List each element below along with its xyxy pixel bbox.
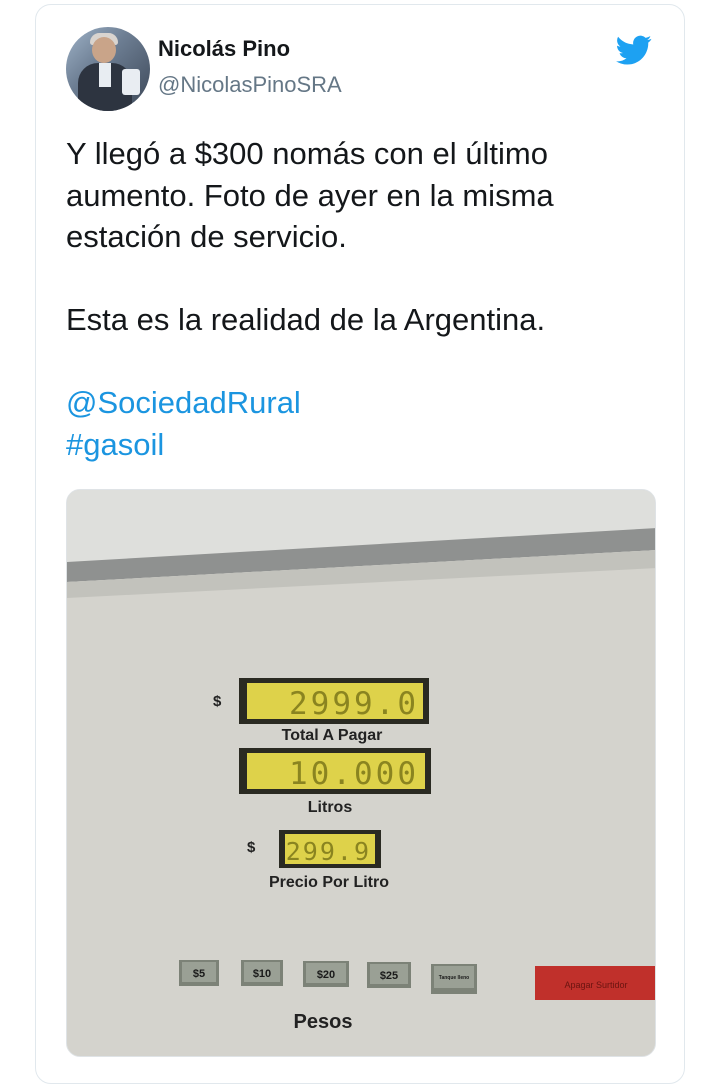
total-display: 2999.0 — [289, 686, 419, 722]
tweet-photo[interactable]: $ 2999.0 Total A Pagar 10.000 Litros $ 2… — [66, 489, 656, 1057]
mention-link[interactable]: @SociedadRural — [66, 382, 666, 424]
tweet-text-line: Esta es la realidad de la Argentina. — [66, 302, 546, 337]
pesos-label: Pesos — [294, 1011, 353, 1033]
stop-button[interactable]: Apagar Surtidor — [564, 980, 627, 990]
twitter-bird-icon — [616, 35, 652, 65]
preset-button[interactable]: $5 — [193, 968, 205, 980]
total-label: Total A Pagar — [282, 727, 383, 744]
author-handle[interactable]: @NicolasPinoSRA — [158, 72, 342, 98]
preset-button[interactable]: $20 — [317, 969, 335, 981]
avatar[interactable] — [66, 27, 150, 111]
liters-display: 10.000 — [289, 756, 419, 792]
tweet-text-line: aumento. Foto de ayer en la misma — [66, 177, 554, 213]
tweet-text-line: Y llegó a $300 nomás con el último — [66, 136, 548, 171]
preset-button[interactable]: $25 — [380, 970, 398, 982]
preset-button[interactable]: $10 — [253, 968, 271, 980]
tweet-text-line: estación de servicio. — [66, 219, 347, 254]
preset-button[interactable]: Tanque lleno — [439, 975, 469, 981]
total-currency: $ — [213, 693, 222, 710]
price-label: Precio Por Litro — [269, 874, 389, 891]
price-currency: $ — [247, 839, 256, 856]
tweet-body: Y llegó a $300 nomás con el último aumen… — [66, 133, 666, 465]
liters-label: Litros — [308, 799, 353, 816]
hashtag-link[interactable]: #gasoil — [66, 424, 666, 466]
price-display: 299.9 — [286, 837, 371, 866]
author-name[interactable]: Nicolás Pino — [158, 36, 290, 62]
